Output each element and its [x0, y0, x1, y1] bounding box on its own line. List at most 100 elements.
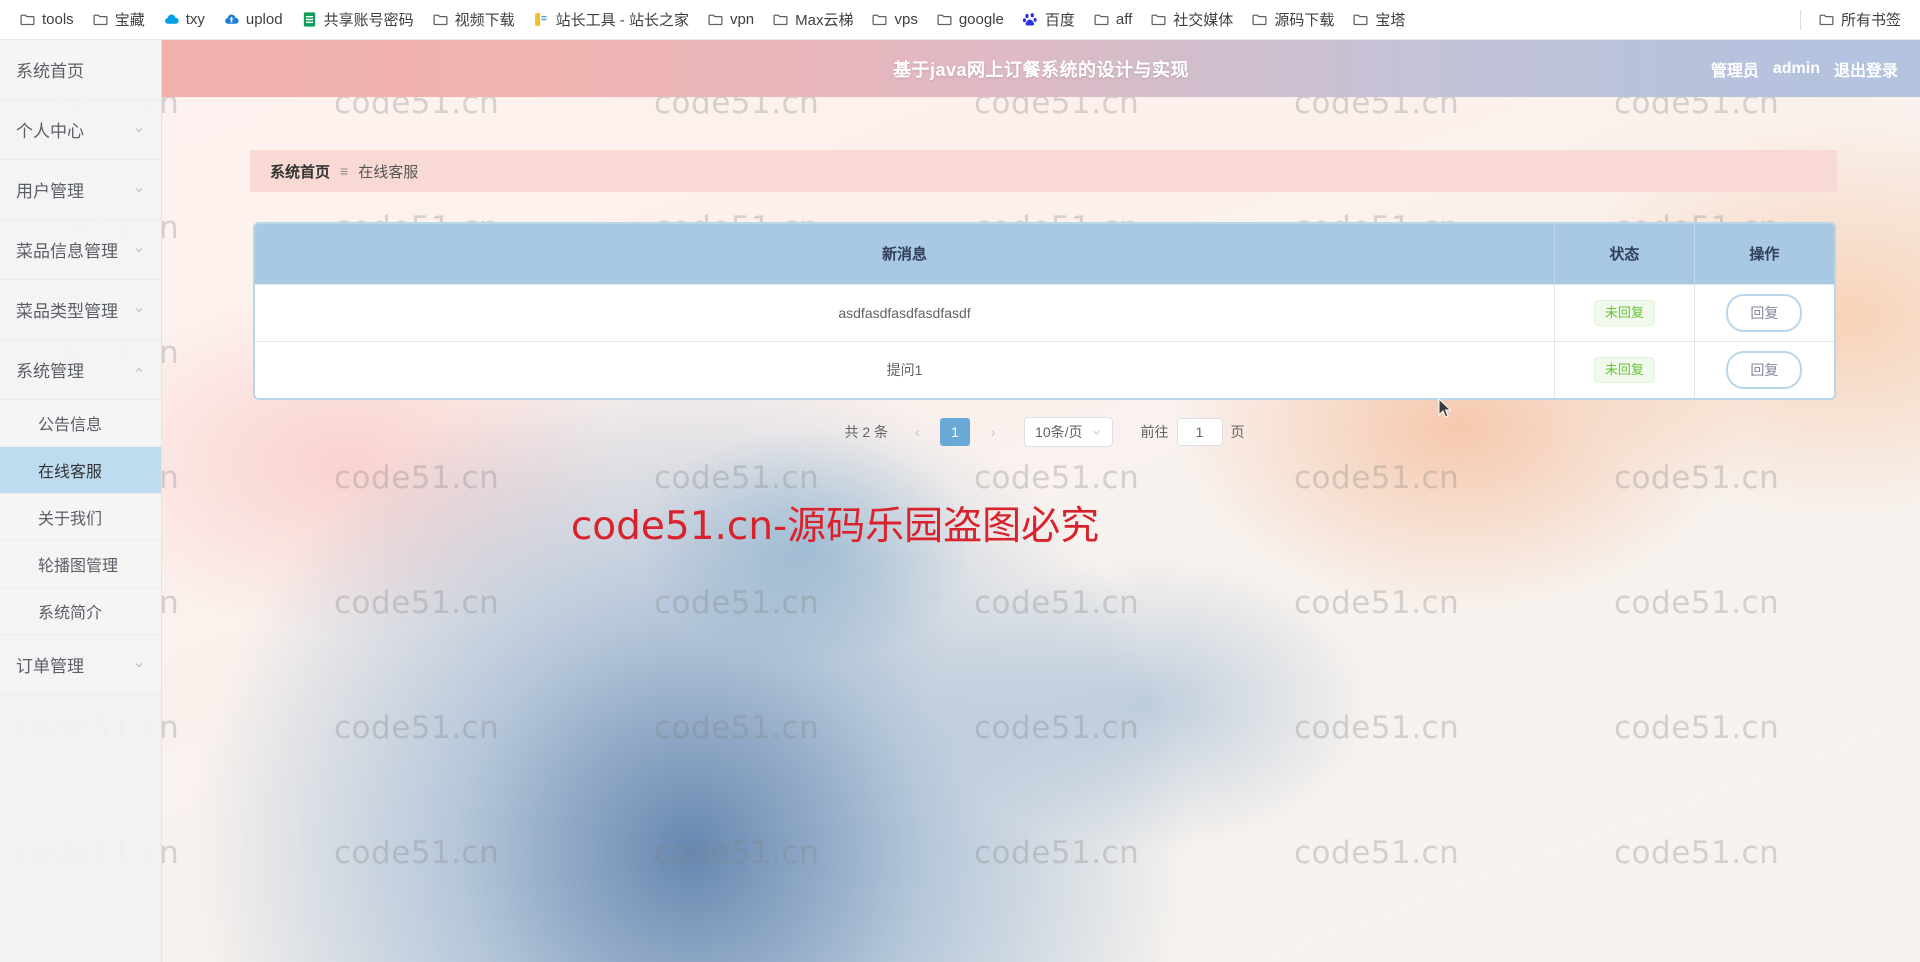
all-bookmarks-button[interactable]: 所有书签: [1809, 5, 1910, 34]
cell-message: 提问1: [255, 340, 1556, 398]
bookmark-label: 社交媒体: [1173, 12, 1234, 29]
app-header: 基于java网上订餐系统的设计与实现 管理员 admin 退出登录: [162, 40, 1920, 97]
bookmark-item-4[interactable]: uplod: [214, 7, 292, 32]
bookmark-label: 视频下载: [454, 12, 515, 29]
cell-message: asdfasdfasdfasdfasdf: [255, 283, 1556, 341]
bookmark-item-10[interactable]: vps: [862, 7, 926, 32]
bookmark-item-5[interactable]: 共享账号密码: [292, 5, 423, 34]
sidebar-item-3[interactable]: 用户管理: [0, 160, 161, 220]
breadcrumb-home[interactable]: 系统首页: [270, 161, 330, 182]
jumper-input[interactable]: [1176, 418, 1223, 446]
bookmark-item-8[interactable]: vpn: [698, 7, 763, 32]
column-header-status: 状态: [1554, 224, 1695, 284]
table-body: asdfasdfasdfasdfasdf 未回复 回复 提问1 未回复 回复: [255, 283, 1834, 398]
bookmark-label: txy: [185, 11, 205, 28]
bookmark-item-15[interactable]: 源码下载: [1242, 5, 1343, 34]
status-badge: 未回复: [1593, 356, 1655, 383]
bookmark-item-14[interactable]: 社交媒体: [1141, 5, 1242, 34]
cell-operation: 回复: [1694, 283, 1834, 341]
bookmark-item-6[interactable]: 视频下载: [423, 5, 524, 34]
bookmark-item-16[interactable]: 宝塔: [1343, 5, 1414, 34]
bookmark-item-9[interactable]: Max云梯: [763, 5, 862, 34]
sidebar-item-11-sub[interactable]: 系统简介: [0, 588, 161, 635]
bookmark-label: tools: [42, 11, 74, 28]
sheets-icon: [303, 12, 315, 27]
reply-button[interactable]: 回复: [1726, 293, 1803, 332]
browser-bookmark-bar: tools 宝藏 txy uplod 共享账号密码 视频下载 站长工具 - 站长之家 vpn M…: [0, 0, 1920, 40]
chevron-down-icon: [135, 247, 143, 252]
sidebar-item-label: 个人中心: [16, 122, 84, 141]
bookmark-label: 共享账号密码: [323, 12, 414, 29]
bookmark-bar-right: 所有书签: [1792, 5, 1910, 34]
table-head: 新消息 状态 操作: [255, 224, 1834, 284]
logout-button[interactable]: 退出登录: [1834, 57, 1898, 81]
folder-icon: [433, 14, 448, 26]
folder-icon: [937, 14, 952, 26]
folder-icon: [1094, 14, 1109, 26]
bookmark-item-12[interactable]: 百度: [1013, 5, 1084, 34]
sidebar-item-2[interactable]: 个人中心: [0, 100, 161, 160]
chevron-down-icon: [135, 187, 143, 192]
cell-operation: 回复: [1694, 340, 1834, 398]
sidebar-item-label: 轮播图管理: [38, 558, 119, 575]
chevron-down-icon: [135, 662, 143, 667]
bookmark-item-7[interactable]: 站长工具 - 站长之家: [524, 5, 698, 34]
page-size-value: 10条/页: [1035, 424, 1083, 440]
folder-icon: [1819, 14, 1834, 26]
sidebar-item-5[interactable]: 菜品类型管理: [0, 280, 161, 340]
sidebar-item-label: 关于我们: [38, 511, 103, 528]
cloud-icon: [164, 14, 179, 24]
jumper-unit: 页: [1230, 424, 1245, 440]
reply-button[interactable]: 回复: [1726, 350, 1803, 389]
bookmark-item-2[interactable]: 宝藏: [83, 5, 154, 34]
chevron-down-icon: [135, 127, 143, 132]
pagination-next-button[interactable]: ›: [980, 418, 1006, 446]
bookmark-item-3[interactable]: txy: [154, 7, 214, 32]
folder-icon: [1353, 14, 1368, 26]
cloud-upload-icon: [224, 14, 239, 24]
application-viewport: code51.cn code51.cn code51.cn code51.cn code…: [0, 40, 1920, 962]
folder-icon: [872, 14, 887, 26]
breadcrumb-current: 在线客服: [358, 163, 419, 181]
sidebar-item-label: 系统简介: [38, 605, 103, 622]
pagination-bar: 共 2 条 ‹ 1 › 10条/页 前往 页: [253, 412, 1836, 452]
pagination-prev-button[interactable]: ‹: [904, 418, 930, 446]
sidebar-item-label: 菜品类型管理: [16, 302, 118, 321]
bookmark-label: 百度: [1044, 12, 1075, 29]
bookmark-label: vpn: [729, 11, 755, 28]
bookmark-label: google: [958, 11, 1004, 28]
chevron-down-icon: [1092, 430, 1100, 435]
table-header-row: 新消息 状态 操作: [255, 224, 1834, 284]
sidebar-item-9-sub[interactable]: 关于我们: [0, 494, 161, 541]
user-role-label: 管理员: [1710, 62, 1759, 80]
jumper-label: 前往: [1140, 424, 1169, 440]
column-header-operation: 操作: [1694, 224, 1834, 284]
folder-icon: [1151, 14, 1166, 26]
sidebar-item-1[interactable]: 系统首页: [0, 40, 161, 100]
cell-status: 未回复: [1554, 340, 1695, 398]
sidebar-item-label: 系统首页: [16, 62, 84, 81]
page-size-select[interactable]: 10条/页: [1024, 417, 1113, 447]
sidebar-item-10-sub[interactable]: 轮播图管理: [0, 541, 161, 588]
bookmark-divider: [1799, 9, 1801, 30]
chevron-up-icon: [135, 367, 143, 372]
baidu-icon: [1022, 13, 1037, 26]
sidebar-item-8-sub[interactable]: 在线客服: [0, 447, 161, 494]
bookmark-item-13[interactable]: aff: [1084, 7, 1141, 32]
sidebar-item-label: 菜品信息管理: [16, 242, 118, 261]
sidebar-item-4[interactable]: 菜品信息管理: [0, 220, 161, 280]
sidebar-item-6[interactable]: 系统管理: [0, 340, 161, 400]
page-title: 基于java网上订餐系统的设计与实现: [892, 59, 1190, 80]
folder-icon: [20, 14, 35, 26]
folder-icon: [773, 14, 788, 26]
pagination-total: 共 2 条: [844, 424, 889, 440]
sidebar-item-label: 用户管理: [16, 182, 84, 201]
chevron-down-icon: [135, 307, 143, 312]
sidebar-item-12[interactable]: 订单管理: [0, 635, 161, 695]
pagination-page-1[interactable]: 1: [940, 418, 971, 446]
folder-icon: [1252, 14, 1267, 26]
sidebar-item-label: 订单管理: [16, 657, 84, 676]
sidebar-item-7-sub[interactable]: 公告信息: [0, 400, 161, 447]
bookmark-item-11[interactable]: google: [927, 7, 1013, 32]
bookmark-item-1[interactable]: tools: [10, 7, 83, 32]
